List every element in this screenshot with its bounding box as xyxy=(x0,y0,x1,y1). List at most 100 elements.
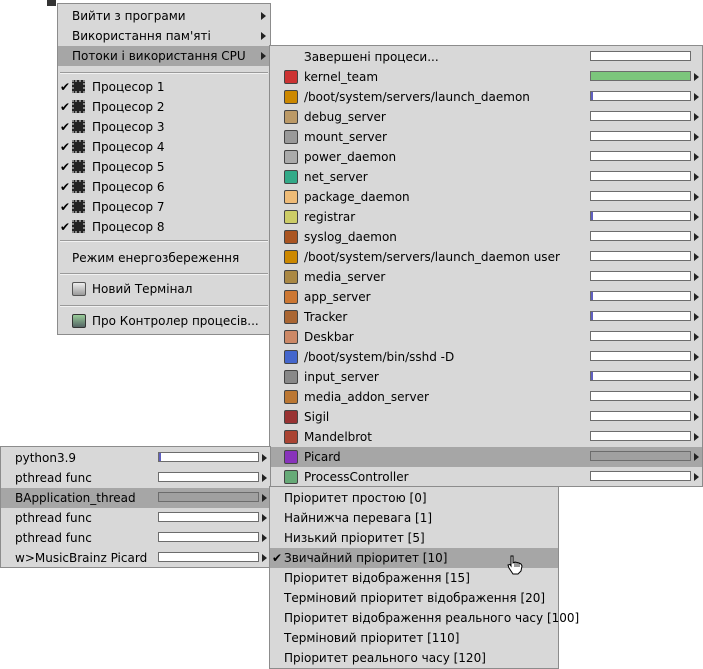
team-item-13[interactable]: Tracker xyxy=(270,307,702,327)
priority-item-0[interactable]: Пріоритет простою [0] xyxy=(270,488,558,508)
cpu-usage-bar xyxy=(590,271,691,281)
thread-item-2[interactable]: BApplication_thread xyxy=(1,488,270,508)
item-label: Sigil xyxy=(304,410,330,424)
processcontroller-replicant-icon[interactable] xyxy=(47,0,56,6)
processor-item-7[interactable]: ✔ Процесор 7 xyxy=(58,197,270,217)
team-item-12[interactable]: app_server xyxy=(270,287,702,307)
processor-item-6[interactable]: ✔ Процесор 6 xyxy=(58,177,270,197)
cpu-usage-bar xyxy=(590,291,691,301)
team-item-8[interactable]: registrar xyxy=(270,207,702,227)
cpu-chip-icon xyxy=(72,100,85,113)
about-item[interactable]: Про Контролер процесів... xyxy=(58,311,270,331)
check-mark-icon: ✔ xyxy=(60,80,71,94)
team-item-5[interactable]: power_daemon xyxy=(270,147,702,167)
app-server-icon xyxy=(284,290,298,304)
main-menu-item-1[interactable]: Використання пам'яті xyxy=(58,26,270,46)
submenu-arrow-icon xyxy=(694,93,699,101)
processor-item-2[interactable]: ✔ Процесор 2 xyxy=(58,97,270,117)
team-item-11[interactable]: media_server xyxy=(270,267,702,287)
power-saving-item[interactable]: Режим енергозбереження xyxy=(58,248,270,268)
processor-item-5[interactable]: ✔ Процесор 5 xyxy=(58,157,270,177)
main-menu-item-0[interactable]: Вийти з програми xyxy=(58,6,270,26)
submenu-arrow-icon xyxy=(694,153,699,161)
thread-item-3[interactable]: pthread func xyxy=(1,508,270,528)
cpu-usage-bar xyxy=(590,351,691,361)
submenu-arrow-icon xyxy=(694,313,699,321)
thread-item-1[interactable]: pthread func xyxy=(1,468,270,488)
check-mark-icon: ✔ xyxy=(272,551,283,565)
debug-server-icon xyxy=(284,110,298,124)
submenu-arrow-icon xyxy=(262,494,267,502)
submenu-arrow-icon xyxy=(261,12,266,20)
team-item-1[interactable]: kernel_team xyxy=(270,67,702,87)
item-label: Звичайний пріоритет [10] xyxy=(284,551,448,565)
priority-item-5[interactable]: Терміновий пріоритет відображення [20] xyxy=(270,588,558,608)
submenu-arrow-icon xyxy=(262,534,267,542)
team-item-7[interactable]: package_daemon xyxy=(270,187,702,207)
team-item-17[interactable]: media_addon_server xyxy=(270,387,702,407)
item-label: Picard xyxy=(304,450,341,464)
check-mark-icon: ✔ xyxy=(60,220,71,234)
check-mark-icon: ✔ xyxy=(60,120,71,134)
thread-usage-bar xyxy=(158,472,259,482)
priority-item-8[interactable]: Пріоритет реального часу [120] xyxy=(270,648,558,668)
thread-item-0[interactable]: python3.9 xyxy=(1,448,270,468)
main-menu-item-2[interactable]: Потоки і використання CPU xyxy=(58,46,270,66)
team-item-3[interactable]: debug_server xyxy=(270,107,702,127)
processor-item-4[interactable]: ✔ Процесор 4 xyxy=(58,137,270,157)
team-item-16[interactable]: input_server xyxy=(270,367,702,387)
new-terminal-item[interactable]: Новий Термінал xyxy=(58,279,270,299)
team-item-4[interactable]: mount_server xyxy=(270,127,702,147)
picard-icon xyxy=(284,450,298,464)
team-item-0[interactable]: Завершені процеси... xyxy=(270,47,702,67)
media-server-icon xyxy=(284,270,298,284)
thread-menu: python3.9 pthread func BApplication_thread… xyxy=(0,446,271,568)
cpu-usage-bar xyxy=(590,71,691,81)
processor-item-3[interactable]: ✔ Процесор 3 xyxy=(58,117,270,137)
cpu-chip-icon xyxy=(72,220,85,233)
cpu-chip-icon xyxy=(72,120,85,133)
item-label: Завершені процеси... xyxy=(304,50,439,64)
cpu-chip-icon xyxy=(72,140,85,153)
item-label: Терміновий пріоритет [110] xyxy=(284,631,460,645)
team-item-14[interactable]: Deskbar xyxy=(270,327,702,347)
thread-item-4[interactable]: pthread func xyxy=(1,528,270,548)
team-item-20[interactable]: Picard xyxy=(270,447,702,467)
item-label: Режим енергозбереження xyxy=(72,251,240,265)
priority-item-1[interactable]: Найнижча перевага [1] xyxy=(270,508,558,528)
sshd-icon xyxy=(284,350,298,364)
team-item-2[interactable]: /boot/system/servers/launch_daemon xyxy=(270,87,702,107)
item-label: Вийти з програми xyxy=(72,9,186,23)
team-item-19[interactable]: Mandelbrot xyxy=(270,427,702,447)
thread-item-5[interactable]: w>MusicBrainz Picard xyxy=(1,548,270,568)
submenu-arrow-icon xyxy=(694,133,699,141)
item-label: python3.9 xyxy=(15,451,77,465)
submenu-arrow-icon xyxy=(694,273,699,281)
team-menu: Завершені процеси... kernel_team/boot/sys… xyxy=(269,45,703,487)
check-mark-icon: ✔ xyxy=(60,200,71,214)
item-label: pthread func xyxy=(15,531,92,545)
team-item-21[interactable]: ProcessController xyxy=(270,467,702,487)
processor-item-1[interactable]: ✔ Процесор 1 xyxy=(58,77,270,97)
thread-usage-bar xyxy=(158,552,259,562)
cpu-usage-bar xyxy=(590,371,691,381)
priority-item-2[interactable]: Низький пріоритет [5] xyxy=(270,528,558,548)
team-item-10[interactable]: /boot/system/servers/launch_daemon user xyxy=(270,247,702,267)
team-item-6[interactable]: net_server xyxy=(270,167,702,187)
net-server-icon xyxy=(284,170,298,184)
submenu-arrow-icon xyxy=(694,453,699,461)
item-label: Процесор 8 xyxy=(92,220,165,234)
team-item-18[interactable]: Sigil xyxy=(270,407,702,427)
priority-item-7[interactable]: Терміновий пріоритет [110] xyxy=(270,628,558,648)
cpu-usage-bar xyxy=(590,211,691,221)
item-label: Пріоритет простою [0] xyxy=(284,491,427,505)
item-label: kernel_team xyxy=(304,70,379,84)
processor-item-8[interactable]: ✔ Процесор 8 xyxy=(58,217,270,237)
team-item-9[interactable]: syslog_daemon xyxy=(270,227,702,247)
team-item-15[interactable]: /boot/system/bin/sshd -D xyxy=(270,347,702,367)
priority-item-6[interactable]: Пріоритет відображення реального часу [1… xyxy=(270,608,579,628)
hand-cursor-icon xyxy=(507,555,523,575)
submenu-arrow-icon xyxy=(694,213,699,221)
thread-usage-bar xyxy=(158,512,259,522)
cpu-chip-icon xyxy=(72,200,85,213)
